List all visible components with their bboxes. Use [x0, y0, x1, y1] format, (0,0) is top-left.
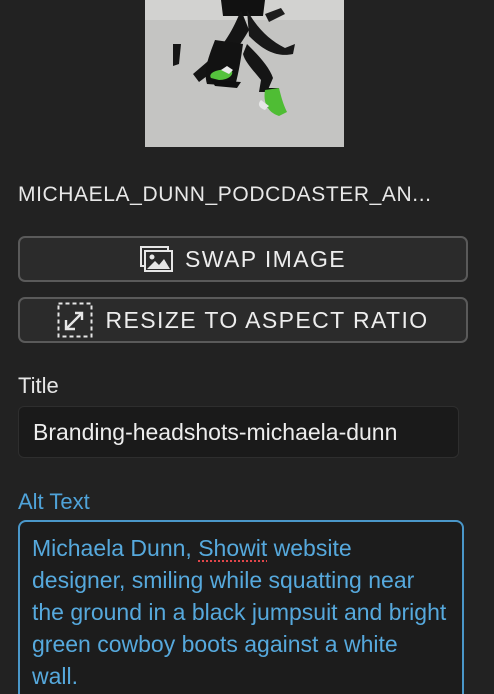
resize-label: RESIZE TO ASPECT RATIO	[105, 306, 429, 333]
title-input[interactable]	[18, 406, 459, 458]
resize-to-aspect-ratio-button[interactable]: RESIZE TO ASPECT RATIO	[18, 297, 468, 343]
swap-image-button[interactable]: SWAP IMAGE	[18, 236, 468, 282]
alt-text-label: Alt Text	[18, 489, 90, 514]
image-settings-panel: MICHAELA_DUNN_PODCDASTER_AN... SWAP IMAG…	[0, 0, 494, 694]
alt-text-part-1: Michaela Dunn,	[32, 535, 199, 561]
spellcheck-flagged-word[interactable]: Showit	[198, 535, 267, 561]
title-label: Title	[18, 373, 59, 398]
swap-image-label: SWAP IMAGE	[185, 245, 346, 272]
image-filename: MICHAELA_DUNN_PODCDASTER_AN...	[18, 183, 432, 206]
alt-text-input[interactable]: Michaela Dunn, Showit website designer, …	[18, 520, 464, 694]
photo-thumbnail	[145, 0, 344, 147]
image-preview[interactable]	[145, 0, 344, 147]
resize-icon	[57, 302, 93, 338]
image-icon	[140, 246, 173, 272]
